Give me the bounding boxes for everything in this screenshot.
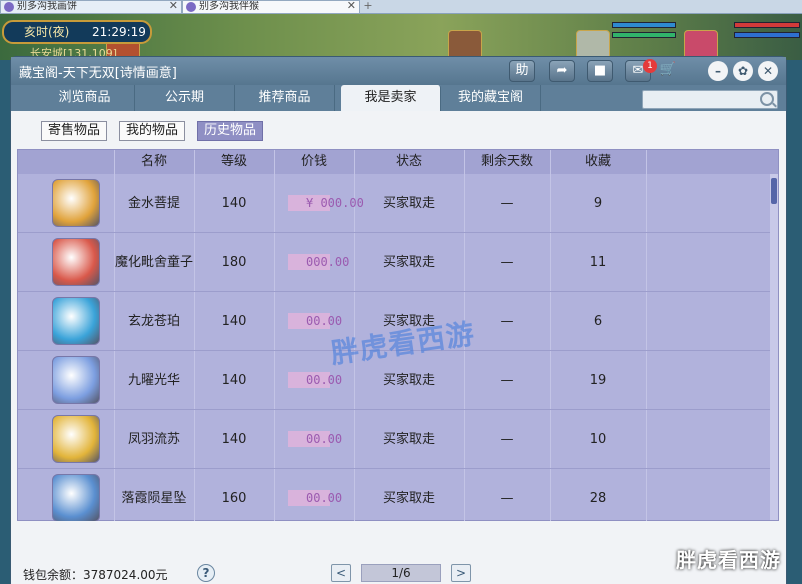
item-days-left: —: [500, 196, 514, 211]
page-indicator: 1/6: [361, 564, 441, 582]
item-name: 魔化毗舍童子: [114, 255, 193, 270]
item-days-left: —: [500, 314, 514, 329]
item-favorites: 6: [593, 314, 603, 329]
item-favorites: 11: [589, 255, 607, 270]
item-thumbnail[interactable]: [52, 238, 100, 286]
item-thumbnail[interactable]: [52, 179, 100, 227]
item-status: 买家取走: [382, 491, 435, 506]
helper-button[interactable]: 助: [509, 60, 535, 82]
item-thumbnail[interactable]: [52, 415, 100, 463]
item-price: 00.00: [306, 432, 343, 446]
tab-my-pavilion[interactable]: 我的藏宝阁: [441, 85, 541, 111]
close-tab-icon[interactable]: ✕: [169, 1, 178, 12]
table-row[interactable]: 凤羽流苏 140 00.00 买家取走 — 10: [18, 410, 770, 469]
browser-tab-strip: 别多沟我画饼 ✕ 别多沟我伴猴 ✕ +: [0, 0, 802, 14]
item-days-left: —: [500, 491, 514, 506]
item-level: 140: [221, 314, 247, 329]
item-level: 140: [221, 196, 247, 211]
scrollbar-thumb[interactable]: [771, 178, 777, 204]
player-mp-bar: [734, 32, 800, 38]
item-favorites: 9: [593, 196, 603, 211]
cart-icon[interactable]: 🛒: [655, 60, 681, 82]
subtab-history[interactable]: 历史物品: [197, 121, 264, 141]
item-name: 凤羽流苏: [127, 432, 180, 447]
col-price[interactable]: 价钱: [274, 150, 354, 174]
table-header: 名称 等级 价钱 状态 剩余天数 收藏: [18, 150, 778, 174]
item-favorites: 10: [589, 432, 607, 447]
browser-tab-label: 别多沟我画饼: [17, 1, 77, 12]
share-icon[interactable]: ➦: [549, 60, 575, 82]
item-thumbnail[interactable]: [52, 356, 100, 404]
browser-tab-label: 别多沟我伴猴: [199, 1, 259, 12]
item-name: 九曜光华: [127, 373, 180, 388]
wallet-balance: 钱包余额：3787024.00元: [23, 568, 168, 582]
item-price: 000.00: [306, 255, 350, 269]
site-icon: [186, 2, 196, 12]
item-level: 180: [221, 255, 247, 270]
close-icon[interactable]: ✕: [758, 61, 778, 81]
minimize-icon[interactable]: –: [708, 61, 728, 81]
search-icon[interactable]: [760, 92, 774, 106]
item-days-left: —: [500, 432, 514, 447]
col-name[interactable]: 名称: [114, 150, 194, 174]
item-name: 玄龙苍珀: [127, 314, 180, 329]
tab-browse[interactable]: 浏览商品: [35, 85, 135, 111]
clock-time: 21:29:19: [92, 25, 146, 39]
item-days-left: —: [500, 373, 514, 388]
item-thumbnail[interactable]: [52, 474, 100, 522]
item-status: 买家取走: [382, 196, 435, 211]
item-name: 落霞陨星坠: [121, 491, 187, 506]
vertical-scrollbar[interactable]: [770, 174, 778, 520]
footer-bar: 钱包余额：3787024.00元 ? < 1/6 >: [11, 521, 786, 584]
watermark-corner: 胖虎看西游: [676, 548, 781, 572]
table-row[interactable]: 金水菩提 140 ¥ 000.00 买家取走 —9: [18, 174, 770, 233]
subtab-my-items[interactable]: 我的物品: [119, 121, 186, 141]
item-status: 买家取走: [382, 255, 435, 270]
item-level: 140: [221, 373, 247, 388]
next-page-button[interactable]: >: [451, 564, 471, 582]
table-row[interactable]: 魔化毗舍童子 180 000.00 买家取走 — 11: [18, 233, 770, 292]
col-status[interactable]: 状态: [354, 150, 464, 174]
browser-tab-2[interactable]: 别多沟我伴猴 ✕: [182, 0, 360, 14]
stop-icon[interactable]: ■: [587, 60, 613, 82]
col-days-left[interactable]: 剩余天数: [464, 150, 550, 174]
item-level: 140: [221, 432, 247, 447]
game-clock: 亥时(夜) 21:29:19: [2, 20, 152, 44]
col-favorites[interactable]: 收藏: [550, 150, 646, 174]
treasure-pavilion-window: 藏宝阁-天下无双[诗情画意] 助 ➦ ■ ✉ 1 🛒 – ✿ ✕ 浏览商品 公示…: [10, 56, 787, 584]
col-level[interactable]: 等级: [194, 150, 274, 174]
prev-page-button[interactable]: <: [331, 564, 351, 582]
player-hp-bar: [734, 22, 800, 28]
window-title: 藏宝阁-天下无双[诗情画意]: [19, 66, 177, 81]
time-period: 亥时(夜): [24, 25, 70, 39]
item-days-left: —: [500, 255, 514, 270]
new-tab-button[interactable]: +: [360, 0, 376, 13]
pet-hp-bar: [612, 22, 676, 28]
window-titlebar[interactable]: 藏宝阁-天下无双[诗情画意] 助 ➦ ■ ✉ 1 🛒 – ✿ ✕: [11, 57, 786, 85]
subtab-consignment[interactable]: 寄售物品: [41, 121, 108, 141]
tab-recommended[interactable]: 推荐商品: [235, 85, 335, 111]
close-tab-icon[interactable]: ✕: [347, 1, 356, 12]
tab-public[interactable]: 公示期: [135, 85, 235, 111]
item-level: 160: [221, 491, 247, 506]
pet-mp-bar: [612, 32, 676, 38]
search-input[interactable]: [642, 90, 778, 109]
item-name: 金水菩提: [127, 196, 180, 211]
item-thumbnail[interactable]: [52, 297, 100, 345]
settings-icon[interactable]: ✿: [733, 61, 753, 81]
item-favorites: 28: [589, 491, 607, 506]
site-icon: [4, 2, 14, 12]
item-favorites: 19: [589, 373, 607, 388]
tab-seller[interactable]: 我是卖家: [341, 85, 441, 111]
help-icon[interactable]: ?: [197, 564, 215, 582]
browser-tab-1[interactable]: 别多沟我画饼 ✕: [0, 0, 182, 14]
item-status: 买家取走: [382, 432, 435, 447]
table-row[interactable]: 落霞陨星坠 160 00.00 买家取走 — 28: [18, 469, 770, 528]
item-price: 00.00: [306, 491, 343, 505]
